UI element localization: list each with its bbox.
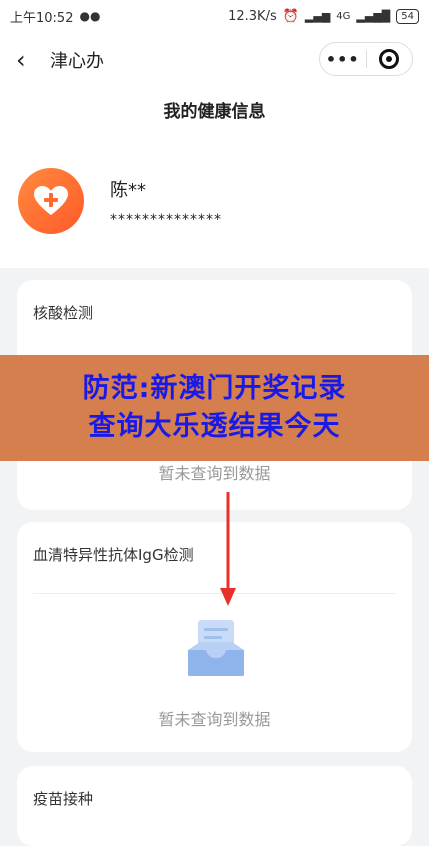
overlay-banner: 防范:新澳门开奖记录 查询大乐透结果今天 — [0, 355, 429, 461]
card-title: 核酸检测 — [33, 304, 94, 322]
network-speed: 12.3K/s — [228, 8, 277, 24]
card-title: 疫苗接种 — [33, 790, 94, 808]
battery-icon: 54 — [396, 8, 419, 24]
user-id-masked: ************** — [110, 212, 222, 228]
card-divider — [33, 593, 396, 594]
vaccination-card[interactable]: 疫苗接种 — [17, 766, 412, 846]
card-title: 血清特异性抗体IgG检测 — [33, 546, 194, 564]
mini-program-capsule: ••• — [319, 42, 413, 76]
empty-text: 暂未查询到数据 — [158, 464, 271, 483]
nav-bar: ‹ 津心办 ••• — [0, 32, 429, 88]
red-arrow-icon — [220, 492, 236, 606]
empty-inbox-icon — [184, 616, 248, 684]
page-title: 我的健康信息 — [0, 88, 429, 136]
alarm-icon: ⏰ — [282, 8, 299, 24]
banner-line-1: 防范:新澳门开奖记录 — [82, 373, 347, 404]
antibody-igg-card[interactable]: 血清特异性抗体IgG检测 暂未查询到数据 — [17, 522, 412, 752]
profile-section: 陈** ************** — [0, 136, 429, 268]
more-icon[interactable]: ••• — [320, 50, 366, 69]
signal-icon-2: ▂▄▆█ — [356, 9, 391, 23]
close-icon[interactable] — [367, 49, 413, 69]
app-title: 津心办 — [50, 51, 104, 72]
network-type: 4G — [336, 10, 351, 22]
empty-text: 暂未查询到数据 — [158, 710, 271, 729]
status-time: 上午10:52 — [10, 10, 74, 26]
banner-line-2: 查询大乐透结果今天 — [88, 411, 341, 442]
signal-icon: ▂▄▆ — [304, 9, 331, 23]
user-name: 陈** — [110, 180, 146, 201]
back-icon[interactable]: ‹ — [16, 46, 40, 74]
health-heart-icon — [18, 168, 84, 234]
status-bar: 上午10:52 ●● 12.3K/s ⏰ ▂▄▆ 4G ▂▄▆█ 54 — [0, 0, 429, 32]
wechat-icon: ●● — [79, 9, 101, 23]
